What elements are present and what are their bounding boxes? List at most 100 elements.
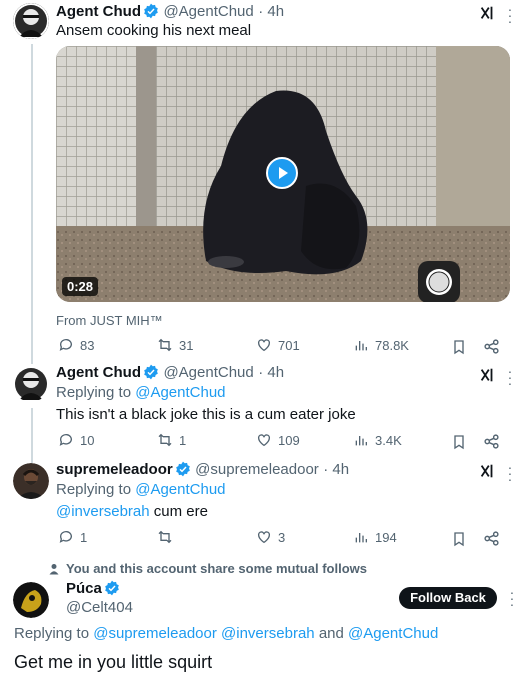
avatar-supremeleadoor[interactable] [13, 463, 49, 499]
tweet3-mention[interactable]: @inversebrah [56, 503, 150, 520]
avatar-puca[interactable] [13, 582, 49, 618]
tweet3-name[interactable]: supremeleadoor [56, 461, 173, 478]
tweet1-reply-action[interactable]: 83 [58, 337, 94, 353]
tweet3-body: @inversebrah cum ere [56, 503, 208, 520]
heart-icon [258, 339, 270, 352]
tweet2-replying: Replying to @AgentChud [56, 384, 226, 401]
bookmark-icon[interactable] [452, 531, 466, 547]
tweet1-text: Ansem cooking his next meal [56, 22, 252, 39]
tweet2-reply-action[interactable]: 10 [58, 432, 94, 448]
views-chart-icon [355, 533, 367, 543]
video-duration-badge: 0:28 [62, 277, 99, 296]
tweet2-retweet-action[interactable]: 1 [157, 432, 186, 448]
replying-mention-2[interactable]: @inversebrah [221, 625, 315, 642]
bookmark-icon[interactable] [452, 339, 466, 355]
share-icon[interactable] [483, 338, 500, 355]
tweet2-like-count: 109 [278, 432, 300, 448]
replying-label: Replying to [56, 384, 132, 401]
tweet1-retweet-count: 31 [179, 337, 194, 353]
retweet-icon [158, 530, 172, 544]
tweet3-handle[interactable]: @supremeleadoor [195, 461, 319, 478]
tweet2-retweet-count: 1 [179, 432, 187, 448]
avatar-agent-chud[interactable] [13, 3, 49, 39]
tweet3-like-action[interactable]: 3 [256, 529, 285, 545]
grok-icon[interactable] [478, 462, 496, 480]
replying-mention[interactable]: @AgentChud [135, 481, 225, 498]
replying-label: Replying to [14, 625, 90, 642]
tweet1-video[interactable]: 0:28 [56, 46, 510, 302]
thread-line-1 [31, 44, 33, 364]
tweet1-like-action[interactable]: 701 [256, 337, 300, 353]
tweet3-reply-count: 1 [80, 529, 88, 545]
share-icon[interactable] [483, 530, 500, 547]
retweet-icon [158, 433, 172, 447]
follow-back-button[interactable]: Follow Back [399, 587, 497, 609]
tweet4-text: Get me in you little squirt [14, 652, 213, 672]
tweet2-header: Agent Chud @AgentChud · 4h [56, 364, 284, 382]
tweet2-time[interactable]: · 4h [258, 364, 284, 381]
tweet3-views-action[interactable]: 194 [353, 529, 397, 545]
tweet2-reply-count: 10 [80, 432, 95, 448]
video-record-icon[interactable] [418, 261, 460, 302]
tweet3-reply-action[interactable]: 1 [58, 529, 87, 545]
heart-icon [258, 531, 270, 544]
retweet-icon [158, 338, 172, 352]
tweet3-header: supremeleadoor @supremeleadoor · 4h [56, 461, 349, 479]
tweet2-handle[interactable]: @AgentChud [163, 364, 253, 381]
tweet2-views-action[interactable]: 3.4K [353, 432, 402, 448]
more-options-icon[interactable]: · · · [507, 460, 513, 486]
tweet4-name-row: Púca [66, 580, 120, 598]
verified-badge-icon [175, 461, 190, 477]
tweet3-like-count: 3 [278, 529, 286, 545]
verified-badge-icon [105, 580, 119, 596]
tweet3-replying: Replying to @AgentChud [56, 481, 226, 498]
heart-icon [258, 434, 270, 447]
tweet1-retweet-action[interactable]: 31 [157, 337, 193, 353]
tweet2-views-count: 3.4K [375, 432, 402, 448]
reply-icon [59, 339, 72, 351]
grok-icon[interactable] [478, 366, 496, 384]
tweet1-like-count: 701 [278, 337, 300, 353]
tweet2-name[interactable]: Agent Chud [56, 364, 141, 381]
replying-label: Replying to [56, 481, 132, 498]
tweet2-like-action[interactable]: 109 [256, 432, 300, 448]
replying-mention-1[interactable]: @supremeleadoor [93, 625, 217, 642]
tweet1-reply-count: 83 [80, 337, 95, 353]
tweet4-name[interactable]: Púca [66, 580, 102, 597]
tweet1-handle[interactable]: @AgentChud [163, 3, 253, 20]
verified-badge-icon [144, 364, 158, 380]
bookmark-icon[interactable] [452, 434, 466, 450]
replying-and: and [318, 625, 344, 642]
mutual-follows-banner: You and this account share some mutual f… [48, 561, 367, 576]
share-icon[interactable] [483, 433, 500, 450]
reply-icon [59, 531, 72, 543]
tweet1-views-count: 78.8K [375, 337, 409, 353]
verified-badge-icon [144, 3, 158, 19]
record-circle-icon [426, 269, 452, 295]
person-icon [49, 563, 59, 574]
views-chart-icon [355, 436, 367, 446]
replying-mention-3[interactable]: @AgentChud [348, 625, 438, 642]
tweet1-header: Agent Chud @AgentChud · 4h [56, 3, 284, 21]
tweet4-handle[interactable]: @Celt404 [66, 599, 133, 616]
video-play-button[interactable] [266, 157, 298, 189]
tweet1-time[interactable]: · 4h [258, 3, 284, 20]
avatar-agent-chud[interactable] [13, 366, 49, 402]
reply-icon [59, 434, 72, 446]
tweet4-replying: Replying to @supremeleadoor @inversebrah… [14, 625, 438, 642]
tweet3-time[interactable]: · 4h [323, 461, 349, 478]
tweet3-views-count: 194 [375, 529, 397, 545]
views-chart-icon [355, 341, 367, 351]
more-options-icon[interactable]: · · · [507, 364, 513, 390]
tweet3-retweet-action[interactable] [157, 529, 179, 545]
tweet1-views-action[interactable]: 78.8K [353, 337, 409, 353]
mutual-follows-text: You and this account share some mutual f… [66, 561, 367, 576]
tweet1-name[interactable]: Agent Chud [56, 3, 141, 20]
more-options-icon[interactable]: · · · [507, 2, 513, 28]
tweet3-text: cum ere [149, 503, 208, 520]
more-options-icon[interactable]: · · · [509, 585, 515, 611]
thread-line-2 [31, 408, 33, 463]
tweet1-source[interactable]: From JUST MIH™ [56, 313, 163, 328]
grok-icon[interactable] [478, 4, 496, 22]
replying-mention[interactable]: @AgentChud [135, 384, 225, 401]
